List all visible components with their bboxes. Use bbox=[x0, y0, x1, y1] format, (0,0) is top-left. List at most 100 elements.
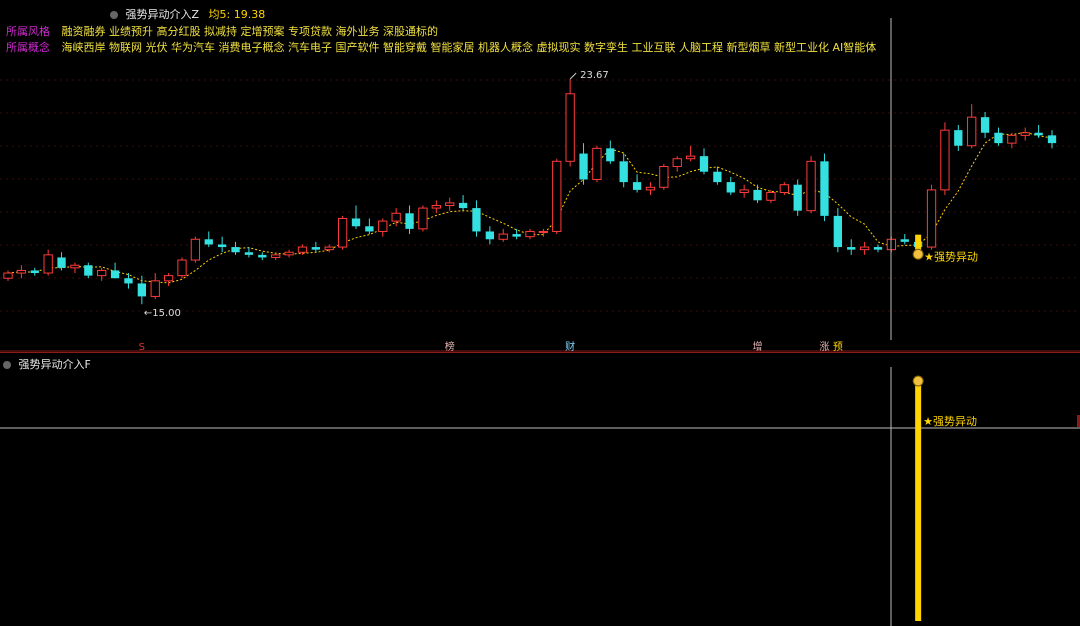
candle-body-up bbox=[190, 238, 201, 261]
candle-body-down bbox=[833, 215, 842, 248]
candle bbox=[30, 267, 39, 276]
candle-body-down bbox=[57, 257, 66, 268]
candle bbox=[337, 215, 348, 250]
candle-body-up bbox=[926, 189, 937, 248]
candle bbox=[579, 143, 588, 185]
candle bbox=[940, 122, 950, 196]
event-mark: 增 bbox=[753, 340, 763, 352]
candle-body-down bbox=[980, 117, 990, 133]
candle-body-up bbox=[150, 280, 160, 297]
lower-signal-label: ★强势异动 bbox=[923, 415, 977, 428]
candle-body-down bbox=[311, 247, 320, 250]
candle-body-down bbox=[231, 247, 240, 253]
candle-body-up bbox=[685, 155, 696, 160]
candle bbox=[525, 228, 535, 240]
candle bbox=[606, 140, 615, 164]
candle bbox=[485, 226, 494, 245]
candle-body-up bbox=[271, 254, 281, 258]
candle bbox=[258, 252, 267, 261]
candle bbox=[84, 262, 93, 279]
candle bbox=[231, 241, 240, 255]
candle bbox=[311, 241, 320, 253]
indicator-panel[interactable]: ★强势异动 强势异动介入F bbox=[0, 352, 1080, 626]
candle bbox=[954, 124, 963, 151]
collapse-icon[interactable] bbox=[3, 361, 11, 369]
candle-body-up bbox=[659, 166, 669, 188]
candle bbox=[806, 156, 816, 214]
indicator-title: 强势异动介入Z 均5: 19.38 bbox=[110, 6, 265, 22]
candle bbox=[431, 200, 441, 214]
candle-body-down bbox=[458, 202, 468, 209]
candle bbox=[926, 184, 937, 250]
candle bbox=[900, 234, 909, 245]
ma5-line bbox=[7, 131, 1053, 284]
candle bbox=[418, 205, 428, 232]
candle bbox=[685, 145, 696, 162]
candle bbox=[3, 270, 13, 281]
candle-body-down bbox=[258, 254, 267, 258]
candle bbox=[967, 104, 977, 149]
indicator-name: 强势异动介入Z bbox=[125, 8, 200, 21]
style-row: 所属风格 融资融券 业绩预升 高分红股 拟减持 定增预案 专项贷款 海外业务 深… bbox=[6, 23, 438, 39]
candle-body-up bbox=[70, 264, 80, 269]
price-panel[interactable]: 23.67 ←15.00 S 榜 财 增 涨预 ★强势异动 强势异动介入Z 均5: 19.38… bbox=[0, 0, 1080, 352]
candle-body-down bbox=[873, 247, 883, 250]
candle-body-down bbox=[793, 184, 802, 211]
candle bbox=[351, 205, 361, 229]
candle-body-down bbox=[820, 161, 829, 216]
event-mark: S bbox=[139, 342, 145, 352]
candle-body-down bbox=[405, 213, 414, 229]
candle bbox=[1034, 124, 1043, 138]
candle bbox=[793, 179, 802, 216]
event-mark: 预 bbox=[833, 341, 843, 352]
candle-body-down bbox=[351, 218, 361, 227]
candle-body-down bbox=[726, 182, 735, 193]
event-mark: 财 bbox=[565, 340, 575, 352]
high-label: 23.67 bbox=[580, 70, 609, 81]
candle-body-down bbox=[244, 252, 254, 255]
candle bbox=[833, 208, 842, 253]
candle-body-up bbox=[445, 202, 455, 206]
signal-chart[interactable]: ★强势异动 bbox=[0, 353, 1080, 626]
candle bbox=[980, 111, 990, 138]
candle-body-up bbox=[940, 129, 950, 191]
candle-body-down bbox=[512, 234, 521, 237]
candle-body-up bbox=[97, 269, 107, 277]
candle-body-up bbox=[1007, 134, 1017, 144]
candle bbox=[498, 228, 508, 242]
candle bbox=[659, 163, 669, 190]
candle-body-up bbox=[297, 246, 308, 253]
candle bbox=[726, 176, 735, 196]
candle bbox=[190, 236, 201, 263]
collapse-icon[interactable] bbox=[110, 11, 118, 19]
candle-body-down bbox=[124, 278, 133, 284]
money-bag-icon bbox=[912, 248, 924, 260]
candle-body-up bbox=[498, 233, 508, 240]
ma5-readout: 均5: 19.38 bbox=[208, 8, 266, 21]
candle-body-up bbox=[565, 93, 575, 162]
candle-body-down bbox=[994, 132, 1003, 144]
candle bbox=[163, 273, 174, 287]
candle-body-down bbox=[699, 156, 709, 172]
candle-body-up bbox=[739, 189, 749, 194]
candle bbox=[271, 252, 281, 261]
candle bbox=[137, 275, 146, 305]
candle-body-down bbox=[900, 239, 909, 242]
candle bbox=[699, 148, 709, 175]
candle-body-down bbox=[1047, 135, 1057, 144]
candle bbox=[619, 153, 628, 188]
lower-indicator-name: 强势异动介入F bbox=[18, 358, 91, 371]
candle-body-down bbox=[954, 130, 963, 146]
candle bbox=[70, 262, 80, 274]
signal-label: ★强势异动 bbox=[924, 250, 978, 263]
candle bbox=[994, 127, 1003, 146]
style-label: 所属风格 bbox=[6, 25, 50, 38]
event-mark: 榜 bbox=[445, 340, 455, 352]
candle bbox=[177, 257, 187, 279]
concept-items: 海峡西岸 物联网 光伏 华为汽车 消费电子概念 汽车电子 国产软件 智能穿戴 智… bbox=[61, 41, 877, 54]
candle bbox=[97, 267, 107, 281]
candle bbox=[405, 205, 414, 235]
style-items: 融资融券 业绩预升 高分红股 拟减持 定增预案 专项贷款 海外业务 深股通标的 bbox=[61, 25, 438, 38]
candle bbox=[565, 78, 575, 167]
candle-body-down bbox=[137, 283, 146, 297]
